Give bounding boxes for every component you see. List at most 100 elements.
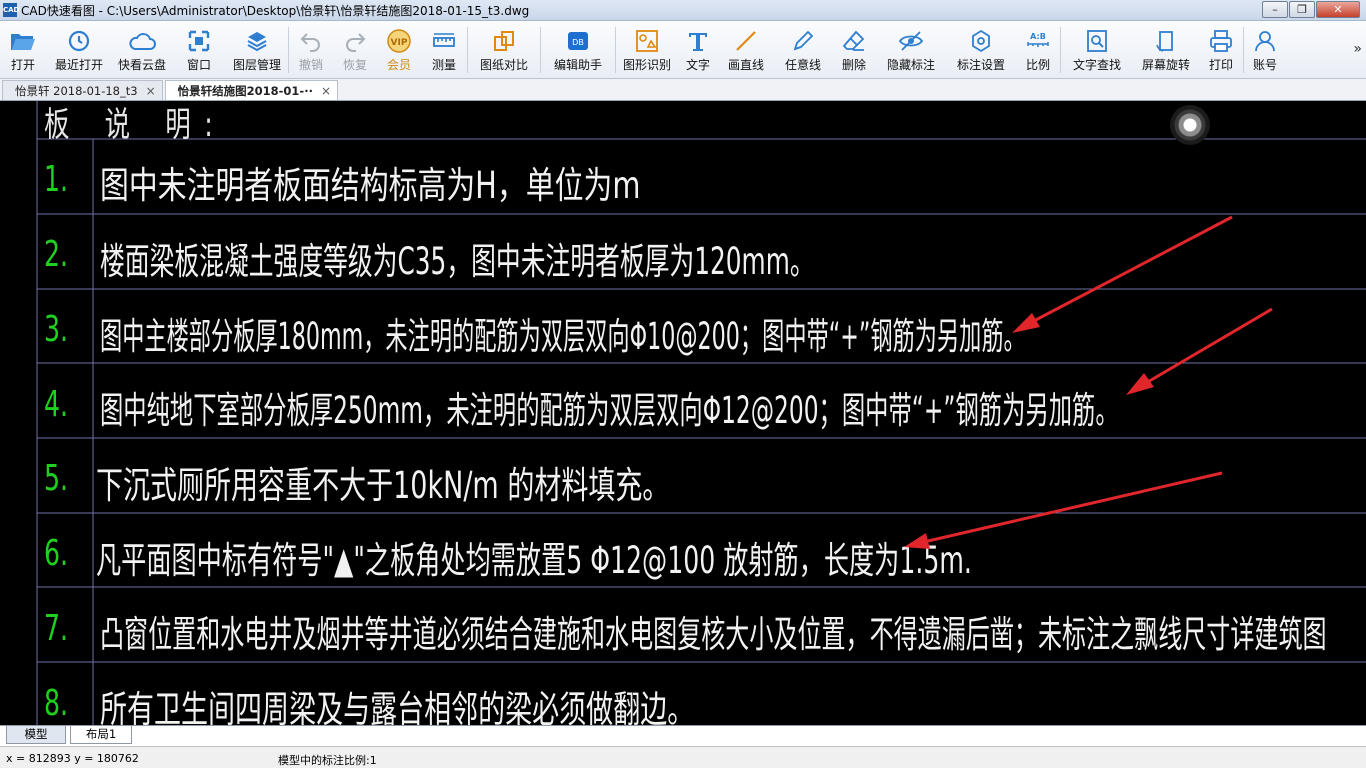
- text-button[interactable]: 文字: [678, 21, 718, 79]
- open-button[interactable]: 打开: [0, 21, 46, 79]
- window-frame-icon: [188, 28, 210, 54]
- undo-button[interactable]: 撤销: [289, 21, 333, 79]
- rotate-screen-icon: [1154, 28, 1178, 54]
- tab-close-icon[interactable]: ×: [146, 84, 156, 98]
- undo-label: 撤销: [298, 58, 323, 72]
- shape-recognition-button[interactable]: 图形识别: [616, 21, 678, 79]
- red-arrow-annotation: [1029, 215, 1233, 325]
- edit-assistant-button[interactable]: DB 编辑助手: [541, 21, 615, 79]
- drawing-compare-button[interactable]: 图纸对比: [468, 21, 540, 79]
- app-logo-icon: CAD: [3, 3, 19, 17]
- printer-icon: [1209, 28, 1233, 54]
- redo-button[interactable]: 恢复: [333, 21, 377, 79]
- tab-document-1[interactable]: 怡景轩 2018-01-18_t3 ×: [2, 80, 163, 100]
- line-icon: [734, 28, 758, 54]
- status-bar: x = 812893 y = 180762 模型中的标注比例:1: [0, 746, 1366, 768]
- cloud-disk-label: 快看云盘: [117, 58, 166, 72]
- measure-button[interactable]: 测量: [421, 21, 467, 79]
- cloud-disk-button[interactable]: 快看云盘: [112, 21, 172, 79]
- recent-open-button[interactable]: 最近打开: [46, 21, 112, 79]
- compare-icon: [492, 28, 516, 54]
- window-button[interactable]: 窗口: [172, 21, 226, 79]
- layer-management-label: 图层管理: [232, 58, 281, 72]
- text-label: 文字: [685, 58, 710, 72]
- rotate-screen-label: 屏幕旋转: [1141, 58, 1190, 72]
- folder-open-icon: [10, 28, 36, 54]
- recent-open-label: 最近打开: [54, 58, 103, 72]
- eye-hidden-icon: [898, 28, 924, 54]
- annotation-settings-icon: [969, 28, 993, 54]
- annotation-settings-label: 标注设置: [956, 58, 1005, 72]
- eraser-icon: [842, 28, 866, 54]
- tab-label: 怡景轩结施图2018-01-··: [177, 83, 313, 98]
- redo-label: 恢复: [342, 58, 367, 72]
- user-icon: [1253, 28, 1277, 54]
- undo-icon: [299, 28, 323, 54]
- hide-annotation-label: 隐藏标注: [886, 58, 935, 72]
- shape-recognition-label: 图形识别: [622, 58, 671, 72]
- red-arrow-head-icon: [1012, 313, 1040, 333]
- layers-icon: [245, 28, 269, 54]
- annotation-settings-button[interactable]: 标注设置: [946, 21, 1016, 79]
- measure-label: 测量: [431, 58, 456, 72]
- account-button[interactable]: 账号: [1244, 21, 1286, 79]
- maximize-button[interactable]: ❐: [1289, 1, 1315, 18]
- pencil-icon: [791, 28, 815, 54]
- tab-model[interactable]: 模型: [6, 726, 66, 744]
- ratio-icon: A:B: [1025, 28, 1051, 54]
- red-arrow-head-icon: [1126, 373, 1154, 395]
- ratio-button[interactable]: A:B 比例: [1016, 21, 1060, 79]
- recent-clock-icon: [67, 28, 91, 54]
- layout-tab-strip: 模型 布局1: [0, 725, 1366, 746]
- svg-text:DB: DB: [572, 38, 584, 47]
- open-label: 打开: [10, 58, 35, 72]
- vip-badge-icon: VIP: [386, 28, 412, 54]
- svg-text:A:B: A:B: [1030, 32, 1046, 41]
- draw-line-label: 画直线: [727, 58, 764, 72]
- draw-line-button[interactable]: 画直线: [718, 21, 774, 79]
- annotation-scale: 模型中的标注比例:1: [278, 754, 377, 767]
- text-search-icon: [1085, 28, 1109, 54]
- minimize-button[interactable]: –: [1262, 1, 1288, 18]
- freehand-line-button[interactable]: 任意线: [774, 21, 832, 79]
- ruler-icon: [432, 28, 456, 54]
- text-search-button[interactable]: 文字查找: [1061, 21, 1133, 79]
- tab-close-icon[interactable]: ×: [321, 84, 331, 98]
- vip-button[interactable]: VIP 会员: [377, 21, 421, 79]
- ratio-label: 比例: [1025, 58, 1050, 72]
- print-button[interactable]: 打印: [1199, 21, 1243, 79]
- red-arrow-head-icon: [904, 533, 930, 549]
- text-t-icon: [686, 28, 710, 54]
- delete-button[interactable]: 删除: [832, 21, 876, 79]
- print-label: 打印: [1208, 58, 1233, 72]
- annotation-arrows: [904, 215, 1273, 549]
- toolbar-more-chevron-icon[interactable]: »: [1353, 41, 1362, 57]
- rotate-screen-button[interactable]: 屏幕旋转: [1133, 21, 1199, 79]
- tab-document-2[interactable]: 怡景轩结施图2018-01-·· ×: [164, 80, 338, 100]
- window-title: CAD快速看图 - C:\Users\Administrator\Desktop…: [21, 3, 530, 18]
- cloud-icon: [128, 28, 156, 54]
- svg-text:VIP: VIP: [391, 38, 408, 48]
- hide-annotation-button[interactable]: 隐藏标注: [876, 21, 946, 79]
- tab-layout1[interactable]: 布局1: [70, 726, 132, 744]
- account-label: 账号: [1252, 58, 1277, 72]
- document-tab-strip: 怡景轩 2018-01-18_t3 × 怡景轩结施图2018-01-·· ×: [0, 79, 1366, 101]
- vip-label: 会员: [386, 58, 411, 72]
- freehand-line-label: 任意线: [784, 58, 821, 72]
- edit-assistant-label: 编辑助手: [553, 58, 602, 72]
- shape-recognition-icon: [635, 28, 659, 54]
- text-search-label: 文字查找: [1072, 58, 1121, 72]
- cursor-coordinates: x = 812893 y = 180762: [6, 752, 139, 765]
- window-label: 窗口: [186, 58, 211, 72]
- title-bar: CAD CAD快速看图 - C:\Users\Administrator\Des…: [0, 0, 1366, 21]
- layer-management-button[interactable]: 图层管理: [226, 21, 288, 79]
- main-toolbar: 打开 最近打开 快看云盘 窗口 图层管理 撤销 恢复 VIP 会员 测量 图纸对…: [0, 21, 1366, 79]
- red-arrow-annotation: [927, 471, 1223, 543]
- window-controls: – ❐ ✕: [1261, 1, 1360, 18]
- edit-assistant-icon: DB: [566, 28, 590, 54]
- delete-label: 删除: [841, 58, 866, 72]
- redo-icon: [343, 28, 367, 54]
- red-arrow-annotation: [1145, 307, 1273, 385]
- drawing-canvas[interactable]: 板 说 明: 1. 图中未注明者板面结构标高为H，单位为m 2. 楼面梁板混凝土…: [0, 101, 1366, 725]
- close-button[interactable]: ✕: [1316, 1, 1360, 18]
